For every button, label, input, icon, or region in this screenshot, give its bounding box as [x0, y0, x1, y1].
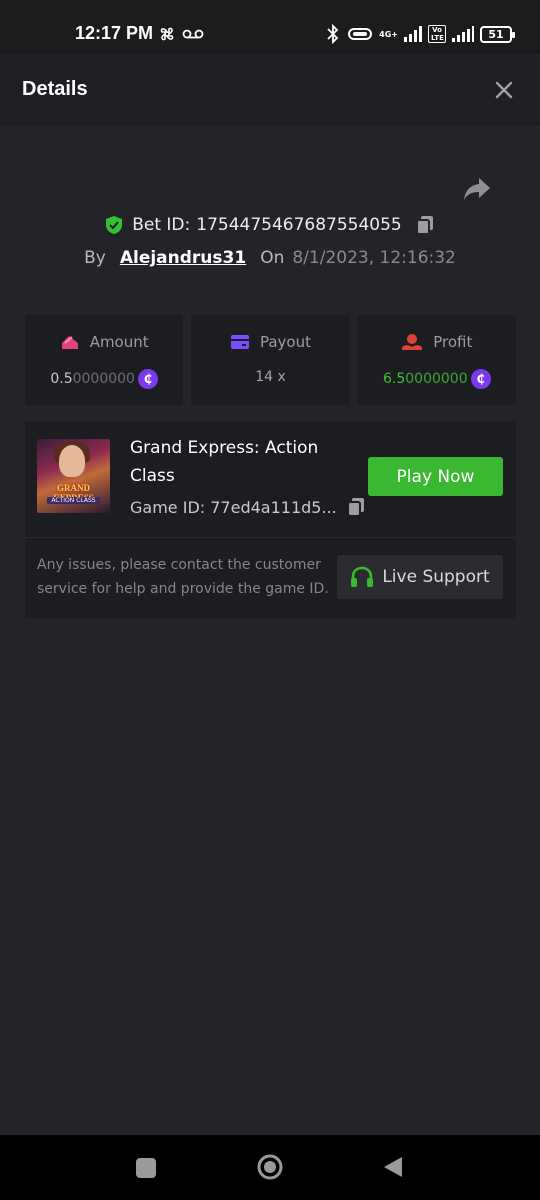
divider — [25, 537, 516, 538]
bet-id-value: 1754475467687554055 — [196, 215, 402, 235]
voicemail-icon — [182, 29, 204, 39]
status-time: 12:17 PM — [75, 23, 154, 43]
copy-bet-id-icon[interactable] — [414, 214, 436, 236]
verified-shield-icon — [106, 216, 123, 234]
game-logo-subtitle: ACTION CLASS — [47, 497, 100, 504]
volte-badge: Vo LTE — [428, 25, 446, 43]
hotspot-icon — [348, 28, 373, 40]
amount-value-dim: 0000000 — [72, 371, 135, 387]
game-title: Grand Express: Action Class — [130, 438, 319, 486]
back-icon[interactable] — [382, 1155, 404, 1179]
network-type: 4G+ — [379, 29, 398, 39]
profit-icon — [402, 334, 423, 350]
home-icon[interactable] — [256, 1153, 284, 1181]
wallet-icon — [230, 335, 249, 349]
username-link[interactable]: Alejandrus31 — [120, 248, 246, 268]
bet-id-label: Bet ID: — [132, 215, 191, 235]
coin-icon: ₵ — [137, 369, 158, 389]
profit-value-dim: 0000000 — [405, 371, 468, 387]
amount-icon — [61, 336, 78, 349]
stats-row: Amount 0.5 0000000 ₵ Payout 14 x Profit 6… — [25, 315, 516, 405]
close-icon — [495, 81, 513, 99]
support-help-text: Any issues, please contact the customer … — [37, 557, 329, 597]
play-now-button[interactable]: Play Now — [368, 457, 503, 496]
payout-value: 14 x — [255, 369, 286, 385]
game-id-text: Game ID: 77ed4a111d5... — [130, 497, 337, 517]
signal-icon-2 — [452, 26, 474, 42]
share-button[interactable] — [462, 176, 492, 204]
page-title: Details — [22, 78, 88, 100]
by-label: By — [84, 248, 106, 268]
stat-amount: Amount 0.5 0000000 ₵ — [25, 315, 184, 405]
game-id-row: Game ID: 77ed4a111d5... — [130, 496, 367, 518]
bet-date: 8/1/2023, 12:16:32 — [292, 248, 456, 268]
system-nav-bar — [0, 1135, 540, 1200]
copy-game-id-icon[interactable] — [345, 496, 367, 518]
fan-icon — [160, 27, 174, 41]
status-bar: 12:17 PM 4G+ Vo LTE 51 — [0, 0, 540, 54]
on-label: On — [260, 248, 285, 268]
coin-icon: ₵ — [470, 369, 491, 389]
stat-profit: Profit 6.5 0000000 ₵ — [357, 315, 516, 405]
details-header: Details — [0, 54, 540, 126]
amount-label: Amount — [89, 333, 149, 351]
headset-icon — [351, 566, 374, 587]
bet-id-row: Bet ID: 1754475467687554055 — [0, 214, 540, 236]
live-support-button[interactable]: Live Support — [337, 555, 503, 599]
profit-label: Profit — [433, 333, 473, 351]
game-thumbnail[interactable]: GRAND EXPRESS ACTION CLASS — [37, 439, 110, 513]
profit-value-main: 6.5 — [383, 371, 406, 387]
live-support-label: Live Support — [382, 567, 490, 587]
close-button[interactable] — [492, 78, 516, 102]
by-row: By Alejandrus31 On 8/1/2023, 12:16:32 — [0, 248, 540, 268]
payout-label: Payout — [259, 333, 311, 351]
share-icon — [464, 178, 490, 200]
recents-icon[interactable] — [135, 1157, 157, 1179]
game-card: GRAND EXPRESS ACTION CLASS Grand Express… — [25, 421, 516, 618]
stat-payout: Payout 14 x — [191, 315, 350, 405]
bluetooth-icon — [327, 24, 339, 44]
signal-icon — [404, 26, 422, 42]
amount-value-main: 0.5 — [50, 371, 73, 387]
battery-icon: 51 — [480, 25, 515, 43]
